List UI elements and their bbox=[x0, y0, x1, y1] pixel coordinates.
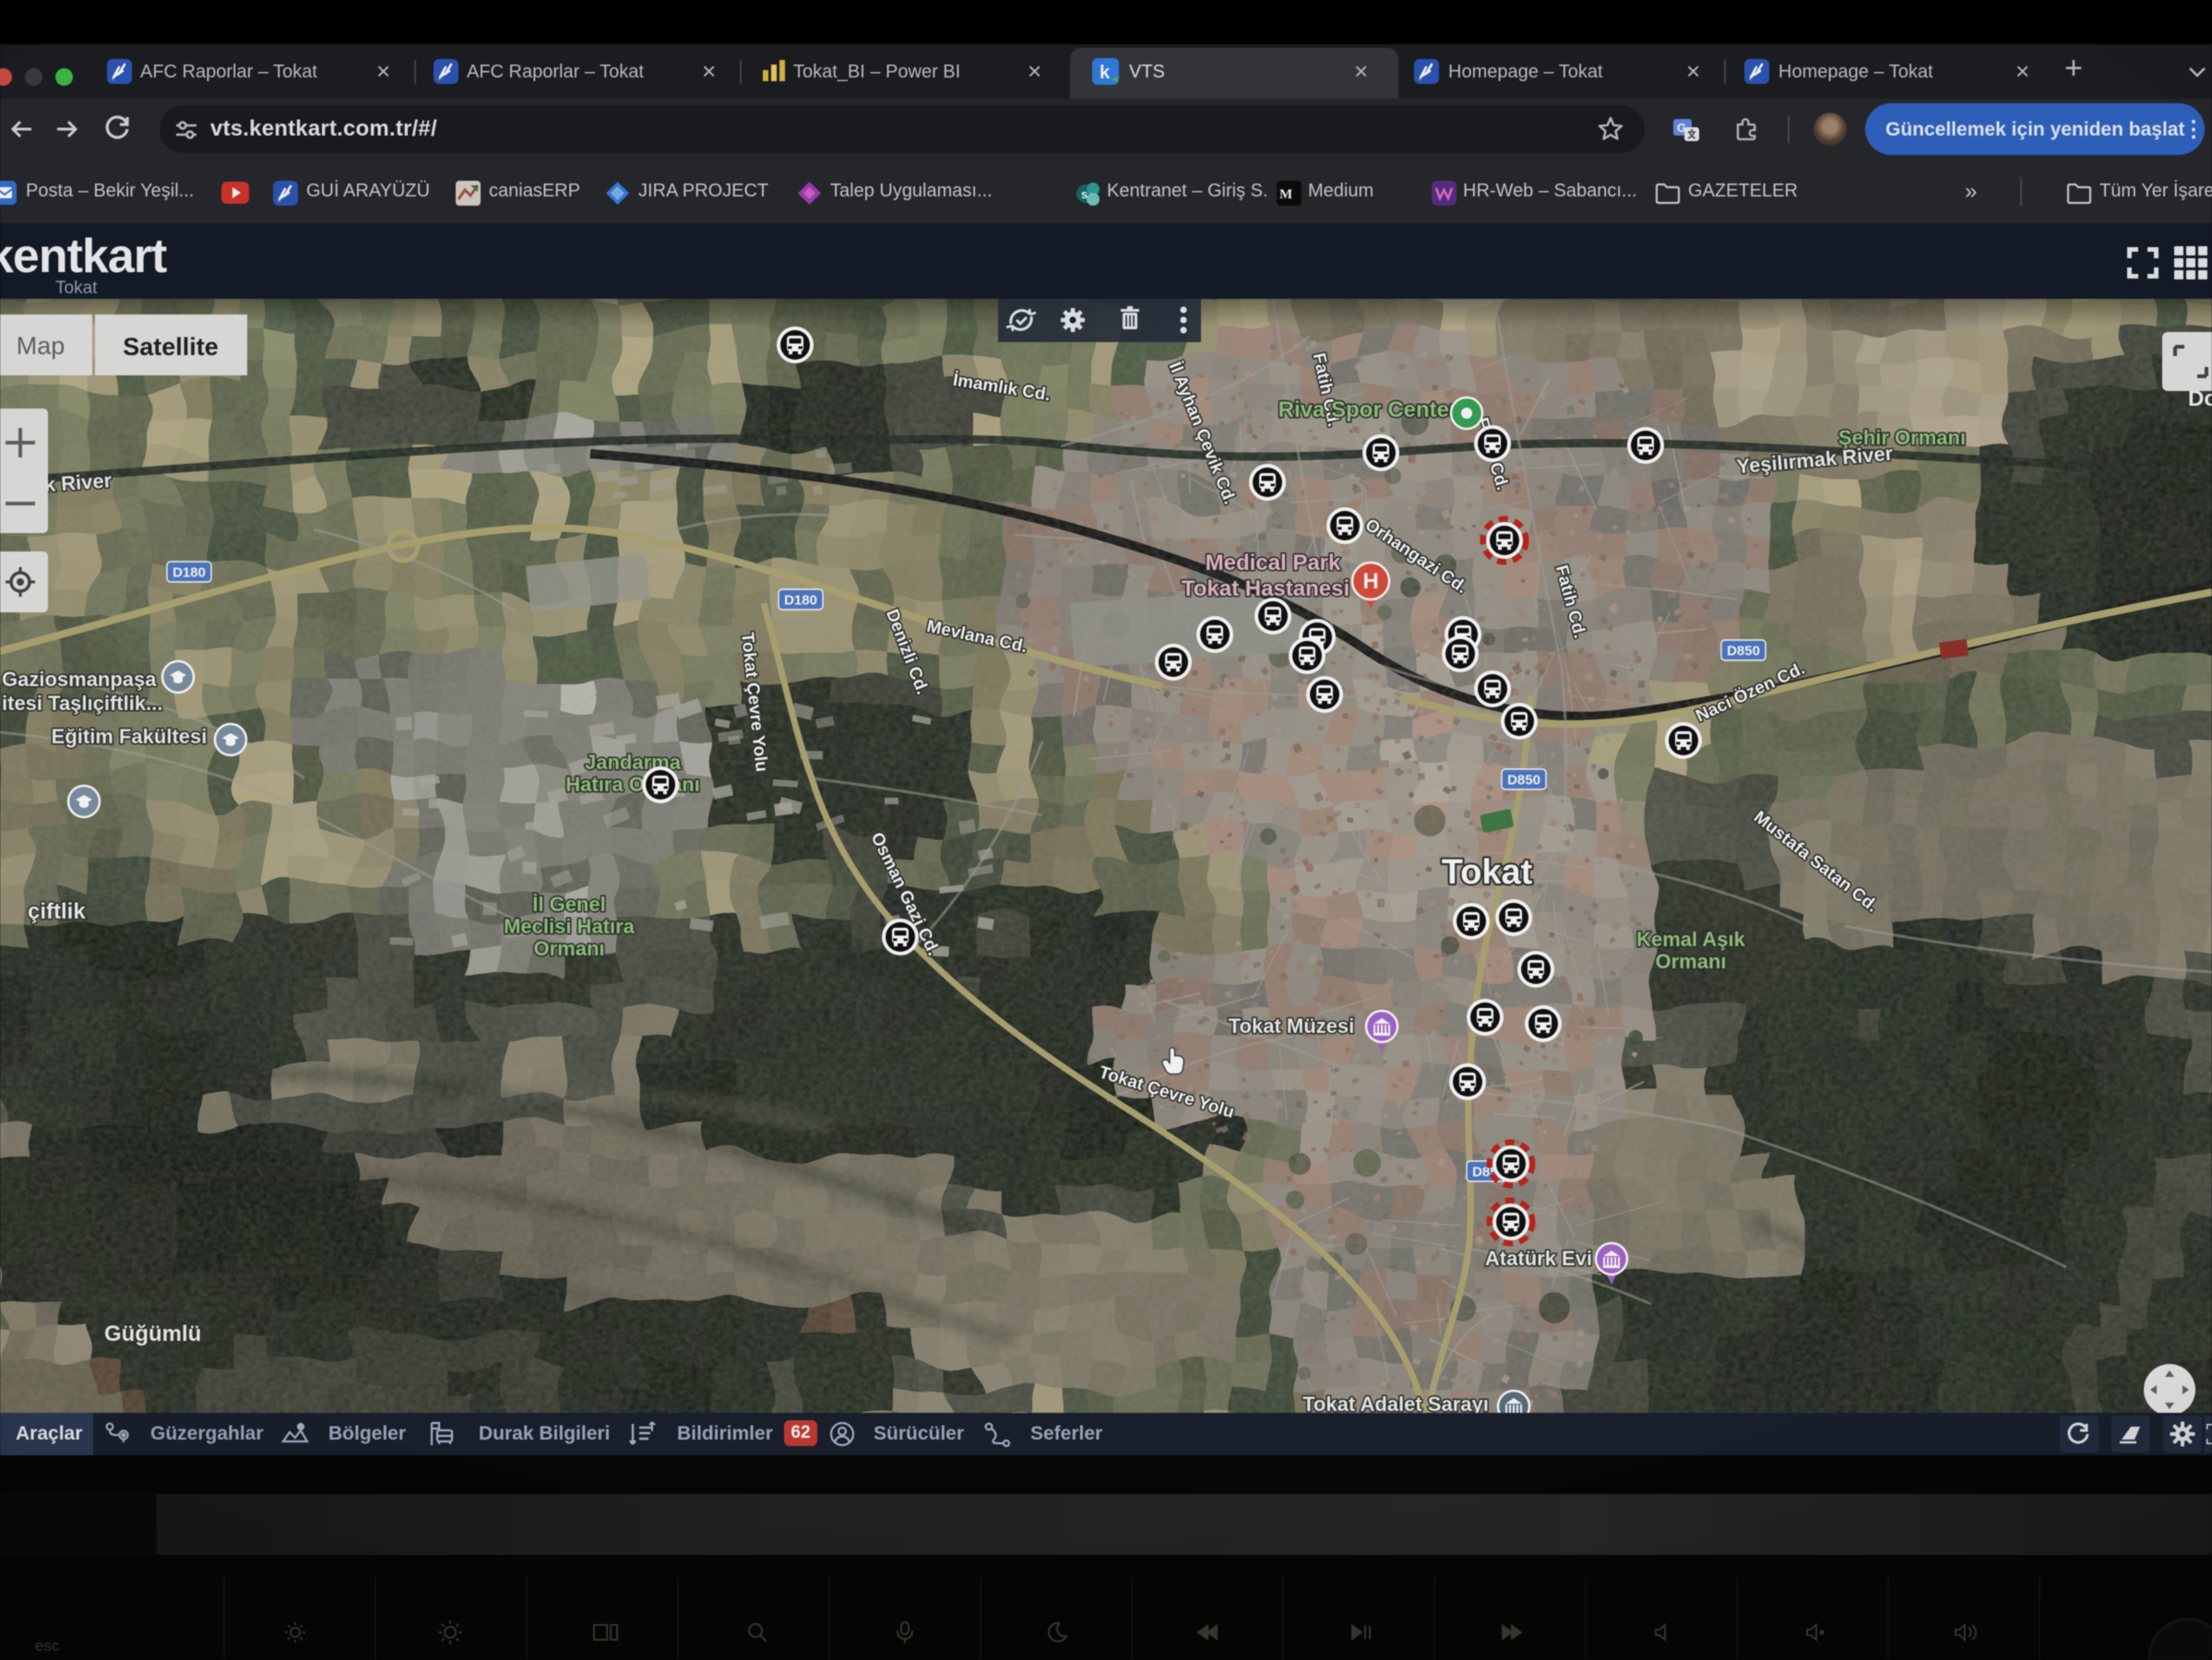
svg-text:Hatıra Ormanı: Hatıra Ormanı bbox=[565, 773, 700, 796]
svg-text:Meclisi Hatıra: Meclisi Hatıra bbox=[504, 915, 636, 938]
svg-text:Tokat Adalet Sarayı: Tokat Adalet Sarayı bbox=[1302, 1393, 1489, 1413]
svg-text:Kemal Aşık: Kemal Aşık bbox=[1636, 928, 1746, 951]
svg-text:Ormanı: Ormanı bbox=[533, 937, 604, 960]
svg-text:çiftlik: çiftlik bbox=[28, 899, 86, 924]
svg-text:s: s bbox=[1081, 187, 1088, 201]
svg-text:Güğümlü: Güğümlü bbox=[104, 1322, 201, 1346]
svg-text:Tokat Müzesi: Tokat Müzesi bbox=[1229, 1014, 1355, 1038]
svg-text:Medical Park: Medical Park bbox=[1206, 551, 1341, 575]
svg-text:Tokat Hastanesi: Tokat Hastanesi bbox=[1182, 576, 1350, 601]
svg-text:Riva Spor Center: Riva Spor Center bbox=[1278, 397, 1458, 422]
svg-text:Ormanı: Ormanı bbox=[1655, 950, 1726, 973]
svg-text:Şehir Ormanı: Şehir Ormanı bbox=[1838, 426, 1966, 449]
svg-text:Tokat: Tokat bbox=[1442, 853, 1533, 892]
svg-text:Eğitim Fakültesi: Eğitim Fakültesi bbox=[52, 725, 208, 748]
svg-text:Gaziosmanpaşa: Gaziosmanpaşa bbox=[2, 668, 157, 691]
svg-text:k: k bbox=[1100, 63, 1111, 83]
svg-text:itesi Taşlıçiftlik...: itesi Taşlıçiftlik... bbox=[2, 692, 162, 715]
svg-text:Atatürk Evi: Atatürk Evi bbox=[1485, 1247, 1592, 1270]
svg-text:M: M bbox=[1279, 187, 1292, 202]
svg-text:İl Genel: İl Genel bbox=[532, 893, 605, 916]
